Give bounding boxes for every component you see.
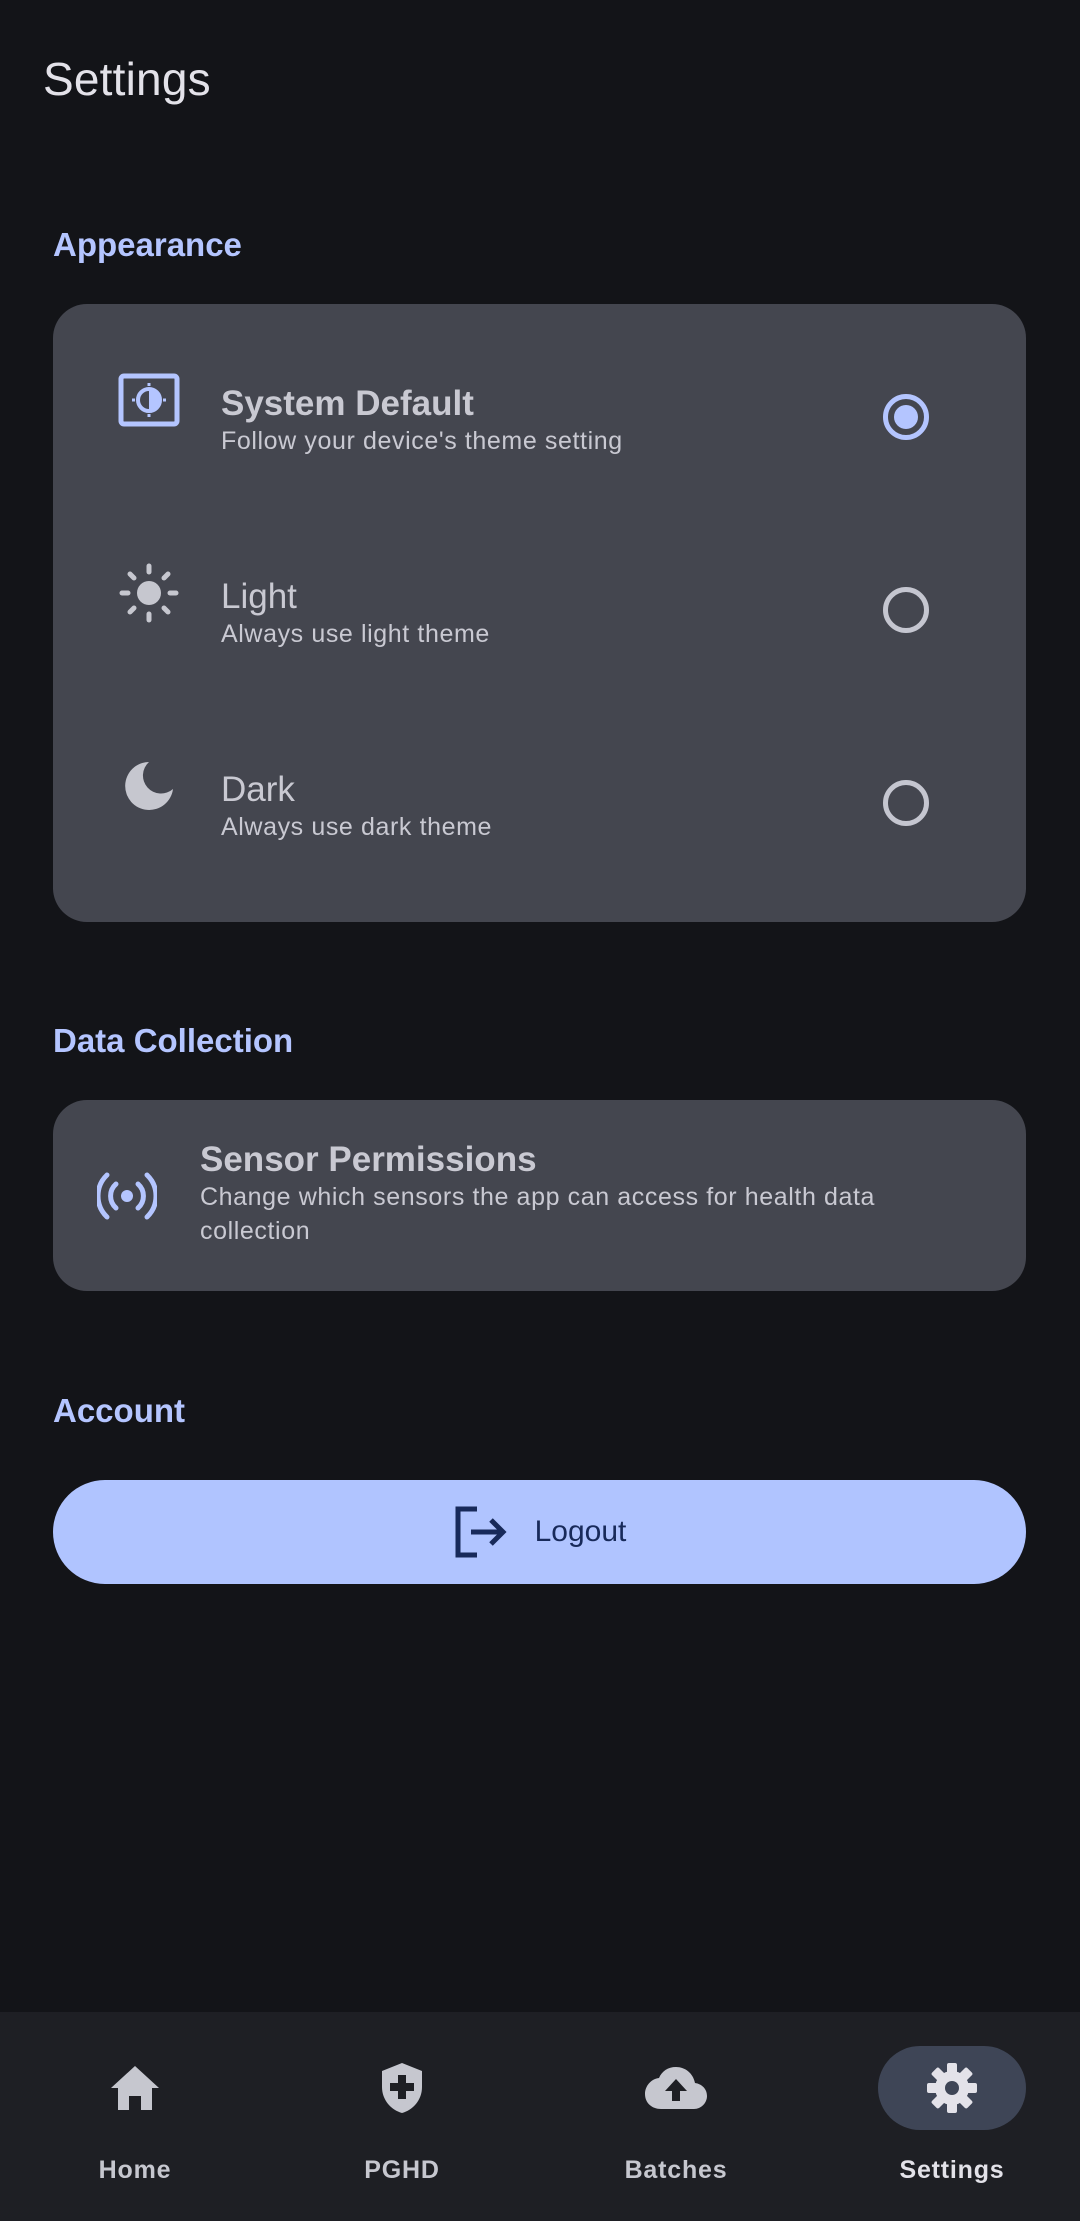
nav-pill (61, 2046, 209, 2130)
home-icon (111, 2066, 159, 2110)
nav-label: Home (98, 2156, 172, 2184)
sensors-icon (95, 1168, 159, 1224)
nav-pill (328, 2046, 476, 2130)
moon-icon (115, 752, 183, 820)
page-title: Settings (43, 53, 211, 105)
theme-option-title: System Default (221, 384, 474, 423)
nav-label: PGHD (364, 2156, 440, 2184)
data-collection-header: Data Collection (53, 1022, 294, 1059)
bottom-nav: Home PGHD Batches Settings (0, 2012, 1080, 2221)
sensor-permissions-subtitle: Change which sensors the app can access … (200, 1183, 876, 1245)
radio-selected-dot (894, 405, 918, 429)
nav-item-home[interactable]: Home (0, 2012, 270, 2221)
appearance-header: Appearance (53, 226, 242, 263)
theme-option-subtitle: Always use light theme (221, 620, 490, 648)
radio-light[interactable] (883, 587, 929, 633)
logout-label: Logout (534, 1515, 627, 1548)
appearance-card: System Default Follow your device's them… (53, 304, 1026, 922)
sensor-permissions-title: Sensor Permissions (200, 1140, 537, 1179)
theme-option-subtitle: Follow your device's theme setting (221, 427, 623, 455)
theme-option-system-default[interactable]: System Default Follow your device's them… (53, 304, 1026, 497)
nav-item-settings[interactable]: Settings (817, 2012, 1080, 2221)
radio-dark[interactable] (883, 780, 929, 826)
nav-item-batches[interactable]: Batches (541, 2012, 811, 2221)
gear-icon (927, 2063, 977, 2113)
cloud-upload-icon (645, 2067, 707, 2109)
nav-pill-active (878, 2046, 1026, 2130)
theme-option-dark[interactable]: Dark Always use dark theme (53, 690, 1026, 883)
brightness-auto-icon (115, 366, 183, 434)
nav-pill (602, 2046, 750, 2130)
logout-icon (453, 1506, 509, 1558)
nav-label: Settings (899, 2156, 1005, 2184)
nav-item-pghd[interactable]: PGHD (267, 2012, 537, 2221)
account-header: Account (53, 1392, 185, 1429)
shield-plus-icon (382, 2063, 422, 2113)
theme-option-title: Light (221, 577, 297, 616)
logout-button[interactable]: Logout (53, 1480, 1026, 1584)
sensor-permissions-card[interactable]: Sensor Permissions Change which sensors … (53, 1100, 1026, 1291)
sun-icon (115, 559, 183, 627)
theme-option-subtitle: Always use dark theme (221, 813, 493, 841)
radio-system-default[interactable] (883, 394, 929, 440)
nav-label: Batches (624, 2156, 728, 2184)
theme-option-title: Dark (221, 770, 295, 809)
theme-option-light[interactable]: Light Always use light theme (53, 497, 1026, 690)
